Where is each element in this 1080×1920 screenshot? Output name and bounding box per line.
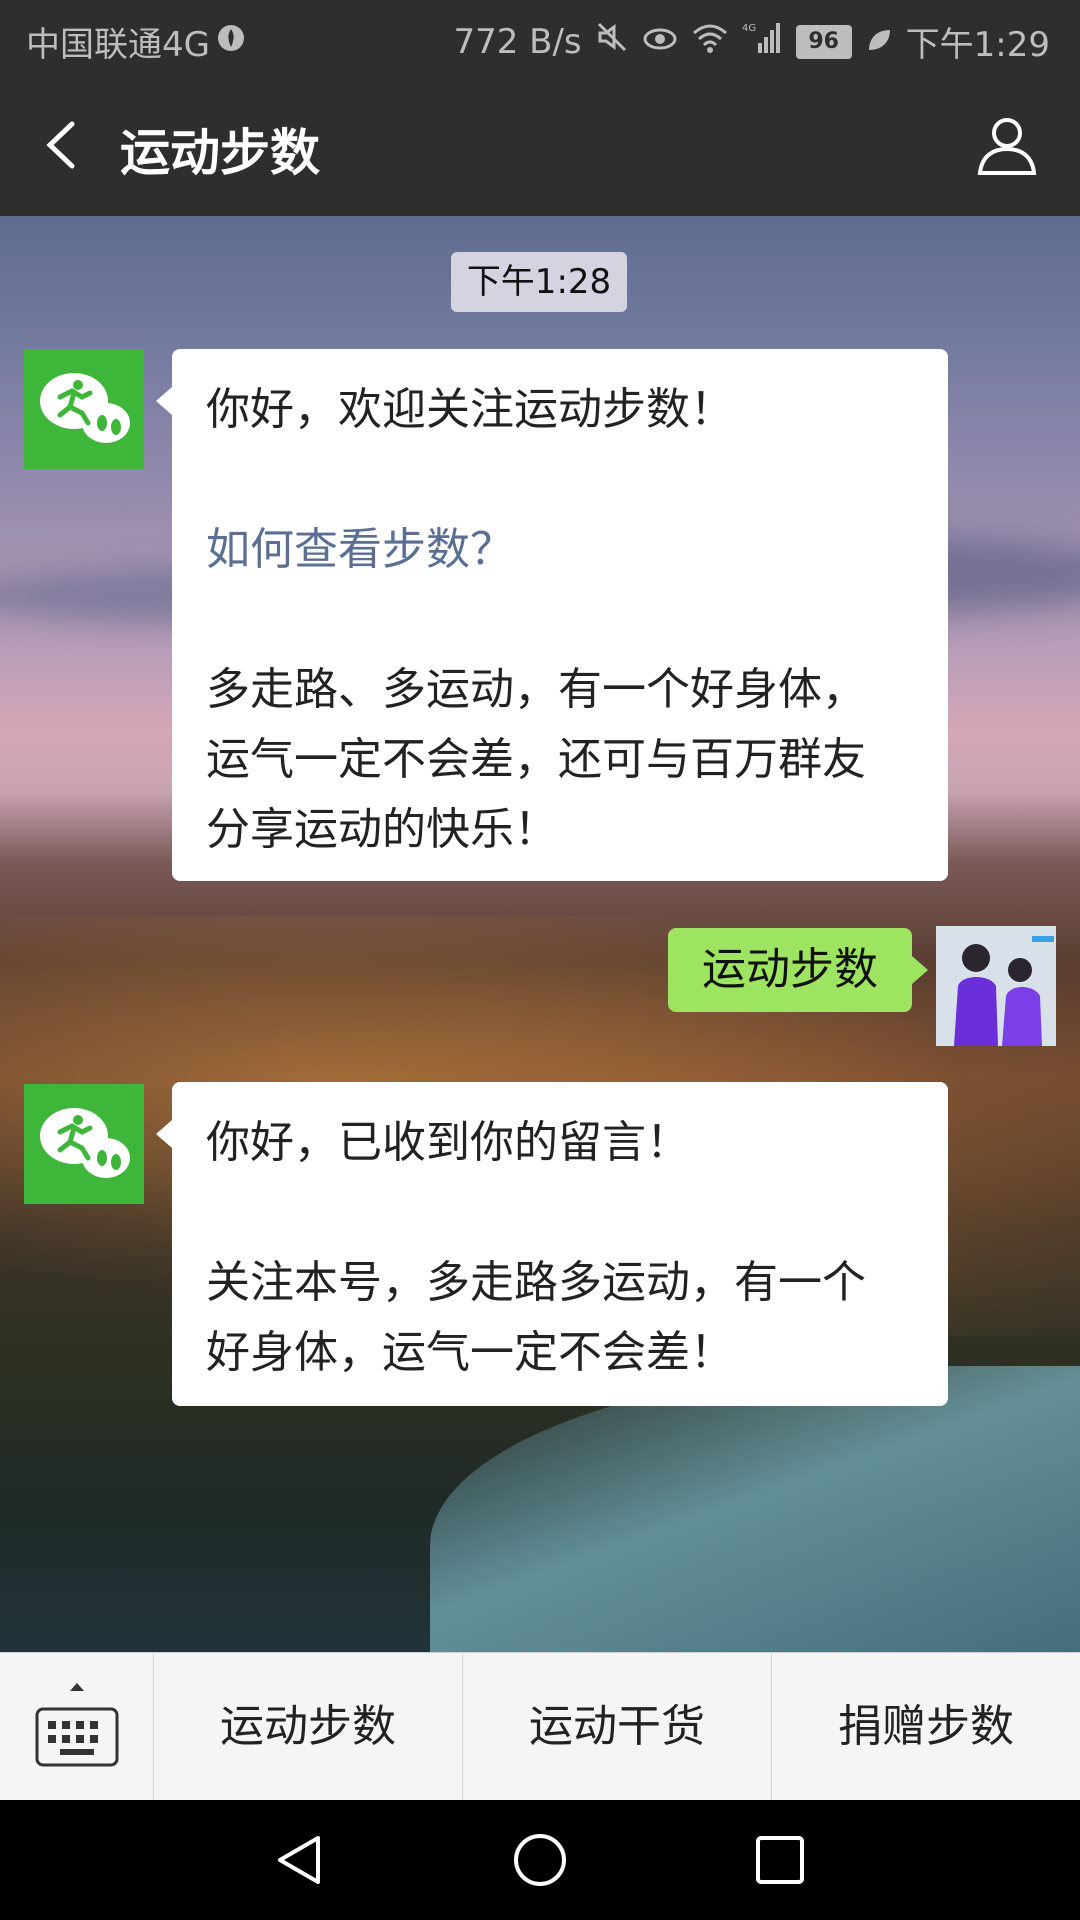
message-bubble[interactable]: 你好，欢迎关注运动步数！ 如何查看步数？ 多走路、多运动，有一个好身体， 运气一… <box>156 349 948 881</box>
page-title: 运动步数 <box>120 124 320 182</box>
message-text: 你好，欢迎关注运动步数！ <box>206 384 734 435</box>
background-river <box>430 1366 1080 1652</box>
message-timestamp: 下午1:28 <box>451 252 627 312</box>
svg-text:4G: 4G <box>742 23 756 34</box>
running-man-icon <box>40 1108 130 1178</box>
hotspot-icon <box>216 22 246 62</box>
wifi-icon <box>692 22 728 62</box>
nav-back-button[interactable] <box>270 1830 330 1890</box>
message-text: 多走路、多运动，有一个好身体， <box>206 664 866 715</box>
my-avatar[interactable] <box>936 926 1056 1046</box>
eye-icon <box>642 22 678 62</box>
triangle-back-icon <box>278 1836 320 1884</box>
clock: 下午1:29 <box>905 25 1050 65</box>
message-text: 运动步数 <box>702 944 878 995</box>
menu-item-tips[interactable]: 运动干货 <box>463 1653 772 1801</box>
bot-avatar[interactable] <box>24 349 144 469</box>
signal-icon: 4G <box>742 21 782 62</box>
my-message-bubble[interactable]: 运动步数 <box>668 928 928 1012</box>
running-man-icon <box>40 373 130 443</box>
menu-item-donate[interactable]: 捐赠步数 <box>772 1653 1080 1801</box>
back-button[interactable] <box>30 110 100 180</box>
bot-avatar[interactable] <box>24 1084 144 1204</box>
title-bar: 运动步数 <box>0 75 1080 216</box>
nav-home-button[interactable] <box>510 1830 570 1890</box>
status-bar: 中国联通4G 772 B/s 4G 96 下午1:29 <box>0 0 1080 75</box>
message-text: 运气一定不会差，还可与百万群友 <box>206 734 866 785</box>
message-text: 分享运动的快乐！ <box>206 804 558 855</box>
mute-icon <box>596 21 628 62</box>
person-icon <box>977 118 1037 175</box>
chat-area[interactable]: 下午1:28 你好，欢迎关注运动步数！ 如何查看步数？ 多走路、多运动，有一个好… <box>0 216 1080 1652</box>
chevron-left-icon <box>46 121 75 169</box>
message-text: 关注本号，多走路多运动，有一个 <box>206 1257 866 1308</box>
square-recents-icon <box>756 1836 804 1884</box>
profile-button[interactable] <box>974 113 1040 179</box>
system-nav-bar <box>0 1800 1080 1920</box>
message-text: 好身体，运气一定不会差！ <box>206 1327 734 1378</box>
battery-level: 96 <box>795 24 852 59</box>
leaf-icon <box>866 22 892 62</box>
message-bubble[interactable]: 你好，已收到你的留言！ 关注本号，多走路多运动，有一个 好身体，运气一定不会差！ <box>156 1082 948 1406</box>
keyboard-icon <box>35 1683 119 1767</box>
keyboard-toggle-button[interactable] <box>0 1653 154 1801</box>
nav-recents-button[interactable] <box>750 1830 810 1890</box>
message-text: 你好，已收到你的留言！ <box>206 1117 690 1168</box>
menu-item-steps[interactable]: 运动步数 <box>154 1653 463 1801</box>
message-link[interactable]: 如何查看步数？ <box>206 515 918 585</box>
circle-home-icon <box>514 1834 566 1886</box>
carrier-label: 中国联通4G <box>26 25 210 65</box>
network-speed: 772 B/s <box>453 21 582 62</box>
user-photo-icon <box>936 926 1056 1046</box>
bottom-menu: 运动步数 运动干货 捐赠步数 <box>0 1652 1080 1801</box>
